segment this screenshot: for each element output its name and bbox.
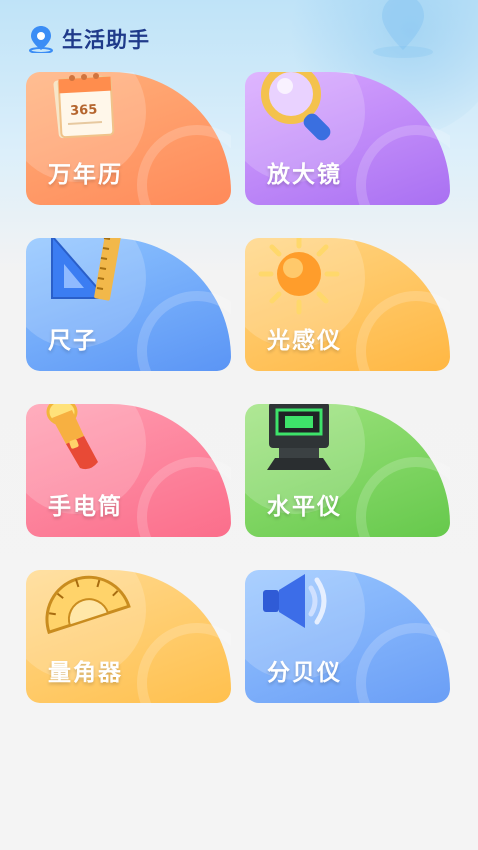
tool-label: 分贝仪 [267, 660, 342, 686]
tool-label: 手电筒 [48, 494, 123, 520]
protractor-icon [45, 575, 131, 634]
magnifier-icon [261, 72, 331, 141]
tool-card-protractor[interactable]: 量角器 [26, 570, 231, 703]
tool-label: 放大镜 [267, 162, 342, 188]
tool-card-light-meter[interactable]: 光感仪 [245, 238, 450, 371]
tool-card-decibel-meter[interactable]: 分贝仪 [245, 570, 450, 703]
location-pin-icon [29, 26, 53, 53]
tool-label: 量角器 [48, 660, 123, 686]
app-header: 生活助手 [28, 24, 150, 54]
tool-card-ruler[interactable]: 尺子 [26, 238, 231, 371]
tool-card-level[interactable]: 水平仪 [245, 404, 450, 537]
tool-label: 万年历 [48, 162, 123, 188]
ruler-icon [51, 238, 122, 301]
laser-level-icon [267, 404, 331, 470]
tool-label: 尺子 [48, 328, 98, 354]
flashlight-icon [46, 404, 98, 470]
tool-label: 光感仪 [267, 328, 342, 354]
tool-card-flashlight[interactable]: 手电筒 [26, 404, 231, 537]
tool-card-calendar[interactable]: 365 万年历 [26, 72, 231, 205]
tool-card-magnifier[interactable]: 放大镜 [245, 72, 450, 205]
sun-icon [258, 238, 340, 315]
speaker-icon [263, 574, 327, 628]
tool-label: 水平仪 [267, 494, 342, 520]
calendar-icon: 365 [53, 73, 115, 139]
calendar-number: 365 [70, 102, 98, 118]
background-pin-icon [373, 0, 433, 58]
app-title: 生活助手 [62, 28, 150, 52]
